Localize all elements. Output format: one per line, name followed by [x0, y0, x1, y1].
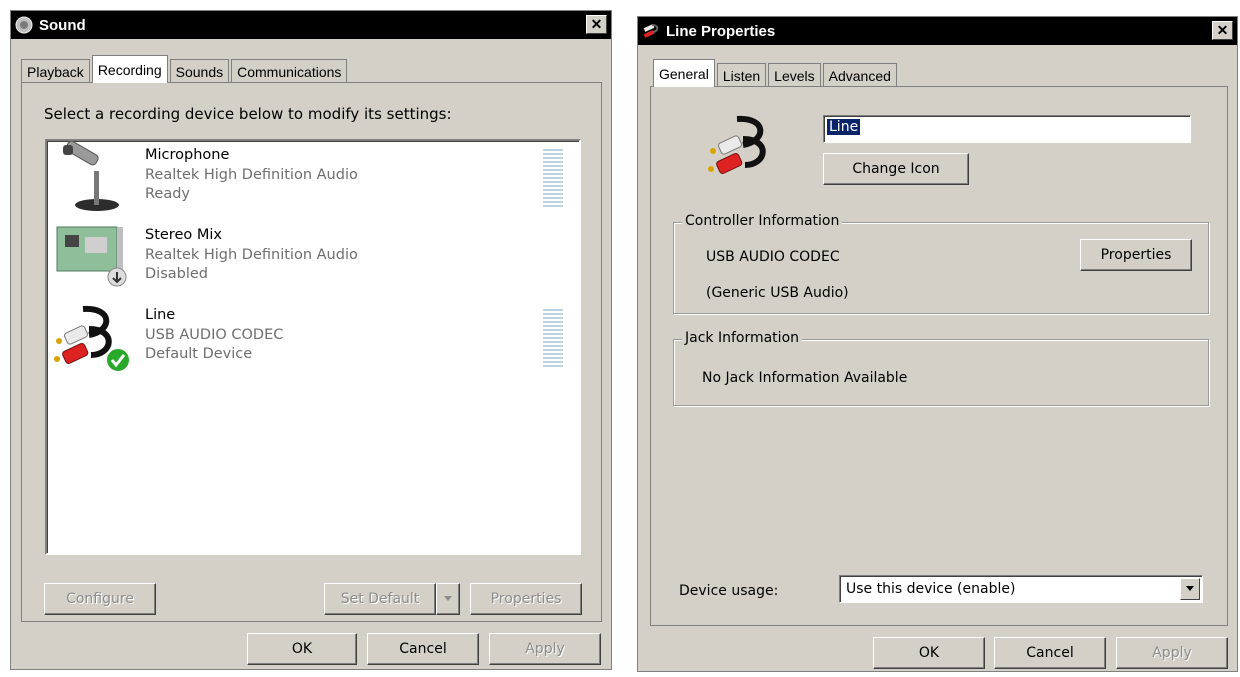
default-device-check-icon [105, 347, 131, 373]
device-driver: USB AUDIO CODEC [145, 327, 284, 343]
device-usage-label: Device usage: [679, 583, 779, 599]
controller-generic-name: (Generic USB Audio) [706, 285, 849, 301]
device-status: Default Device [145, 346, 253, 362]
tab-sounds[interactable]: Sounds [169, 59, 230, 83]
rca-cable-icon [708, 115, 766, 174]
sound-apply-button[interactable]: Apply [489, 633, 601, 665]
recording-panel: Select a recording device below to modif… [21, 82, 602, 622]
list-item-microphone[interactable]: Microphone Realtek High Definition Audio… [53, 141, 573, 217]
device-driver: Realtek High Definition Audio [145, 167, 358, 183]
sound-ok-button[interactable]: OK [247, 633, 357, 665]
sound-cancel-button[interactable]: Cancel [367, 633, 479, 665]
device-name-selected-text: Line [827, 119, 861, 135]
device-name: Stereo Mix [145, 227, 222, 243]
line-cancel-button[interactable]: Cancel [994, 637, 1106, 669]
sound-card-icon [56, 226, 127, 287]
tab-listen[interactable]: Listen [716, 63, 767, 87]
device-status: Disabled [145, 266, 208, 282]
line-properties-close-button[interactable]: ✕ [1212, 21, 1233, 40]
recording-instruction: Select a recording device below to modif… [44, 105, 452, 123]
list-item-line[interactable]: Line USB AUDIO CODEC Default Device [53, 301, 573, 377]
device-driver: Realtek High Definition Audio [145, 247, 358, 263]
level-meter [543, 149, 563, 209]
chevron-down-icon [444, 596, 452, 601]
device-name: Microphone [145, 147, 230, 163]
general-panel: Line Change Icon Controller Information … [650, 86, 1228, 626]
change-icon-button[interactable]: Change Icon [823, 153, 969, 185]
tab-advanced[interactable]: Advanced [822, 63, 897, 87]
controller-name: USB AUDIO CODEC [706, 249, 840, 265]
controller-properties-button[interactable]: Properties [1080, 239, 1192, 271]
set-default-dropdown-button[interactable] [436, 583, 460, 615]
line-tab-strip: General Listen Levels Advanced [653, 59, 899, 87]
sound-window-title: Sound [39, 16, 86, 34]
chevron-down-icon [1186, 586, 1194, 591]
sound-title-bar[interactable]: Sound ✕ [11, 11, 611, 39]
sound-window: Sound ✕ Playback Recording Sounds Commun… [10, 10, 612, 670]
tab-playback[interactable]: Playback [21, 59, 90, 83]
device-usage-value: Use this device (enable) [846, 581, 1016, 597]
device-usage-select[interactable]: Use this device (enable) [839, 575, 1203, 603]
rca-cable-small-icon [643, 24, 659, 38]
device-name: Line [145, 307, 176, 323]
tab-levels[interactable]: Levels [768, 63, 821, 87]
configure-button[interactable]: Configure [44, 583, 156, 615]
jack-information-text: No Jack Information Available [702, 370, 908, 386]
set-default-button[interactable]: Set Default [324, 583, 436, 615]
line-properties-title-bar[interactable]: Line Properties ✕ [638, 17, 1237, 45]
jack-information-group: Jack Information No Jack Information Ava… [673, 330, 1209, 406]
controller-information-group: Controller Information USB AUDIO CODEC (… [673, 213, 1209, 314]
device-name-input[interactable]: Line [823, 115, 1191, 143]
sound-close-button[interactable]: ✕ [586, 15, 607, 34]
microphone-icon [63, 141, 119, 211]
device-usage-dropdown-button[interactable] [1180, 578, 1200, 600]
speaker-icon [15, 16, 33, 34]
line-properties-window: Line Properties ✕ General Listen Levels … [637, 16, 1238, 672]
recording-device-list[interactable]: Microphone Realtek High Definition Audio… [45, 139, 581, 555]
tab-recording[interactable]: Recording [91, 55, 168, 83]
line-ok-button[interactable]: OK [873, 637, 985, 669]
controller-information-legend: Controller Information [682, 213, 843, 229]
tab-communications[interactable]: Communications [231, 59, 348, 83]
jack-information-legend: Jack Information [682, 330, 803, 346]
device-properties-button[interactable]: Properties [470, 583, 582, 615]
tab-general[interactable]: General [653, 59, 715, 87]
level-meter [543, 309, 563, 369]
sound-tab-strip: Playback Recording Sounds Communications [21, 55, 349, 83]
line-properties-title: Line Properties [666, 22, 776, 40]
line-apply-button[interactable]: Apply [1116, 637, 1228, 669]
device-status: Ready [145, 186, 191, 202]
list-item-stereo-mix[interactable]: Stereo Mix Realtek High Definition Audio… [53, 221, 573, 297]
